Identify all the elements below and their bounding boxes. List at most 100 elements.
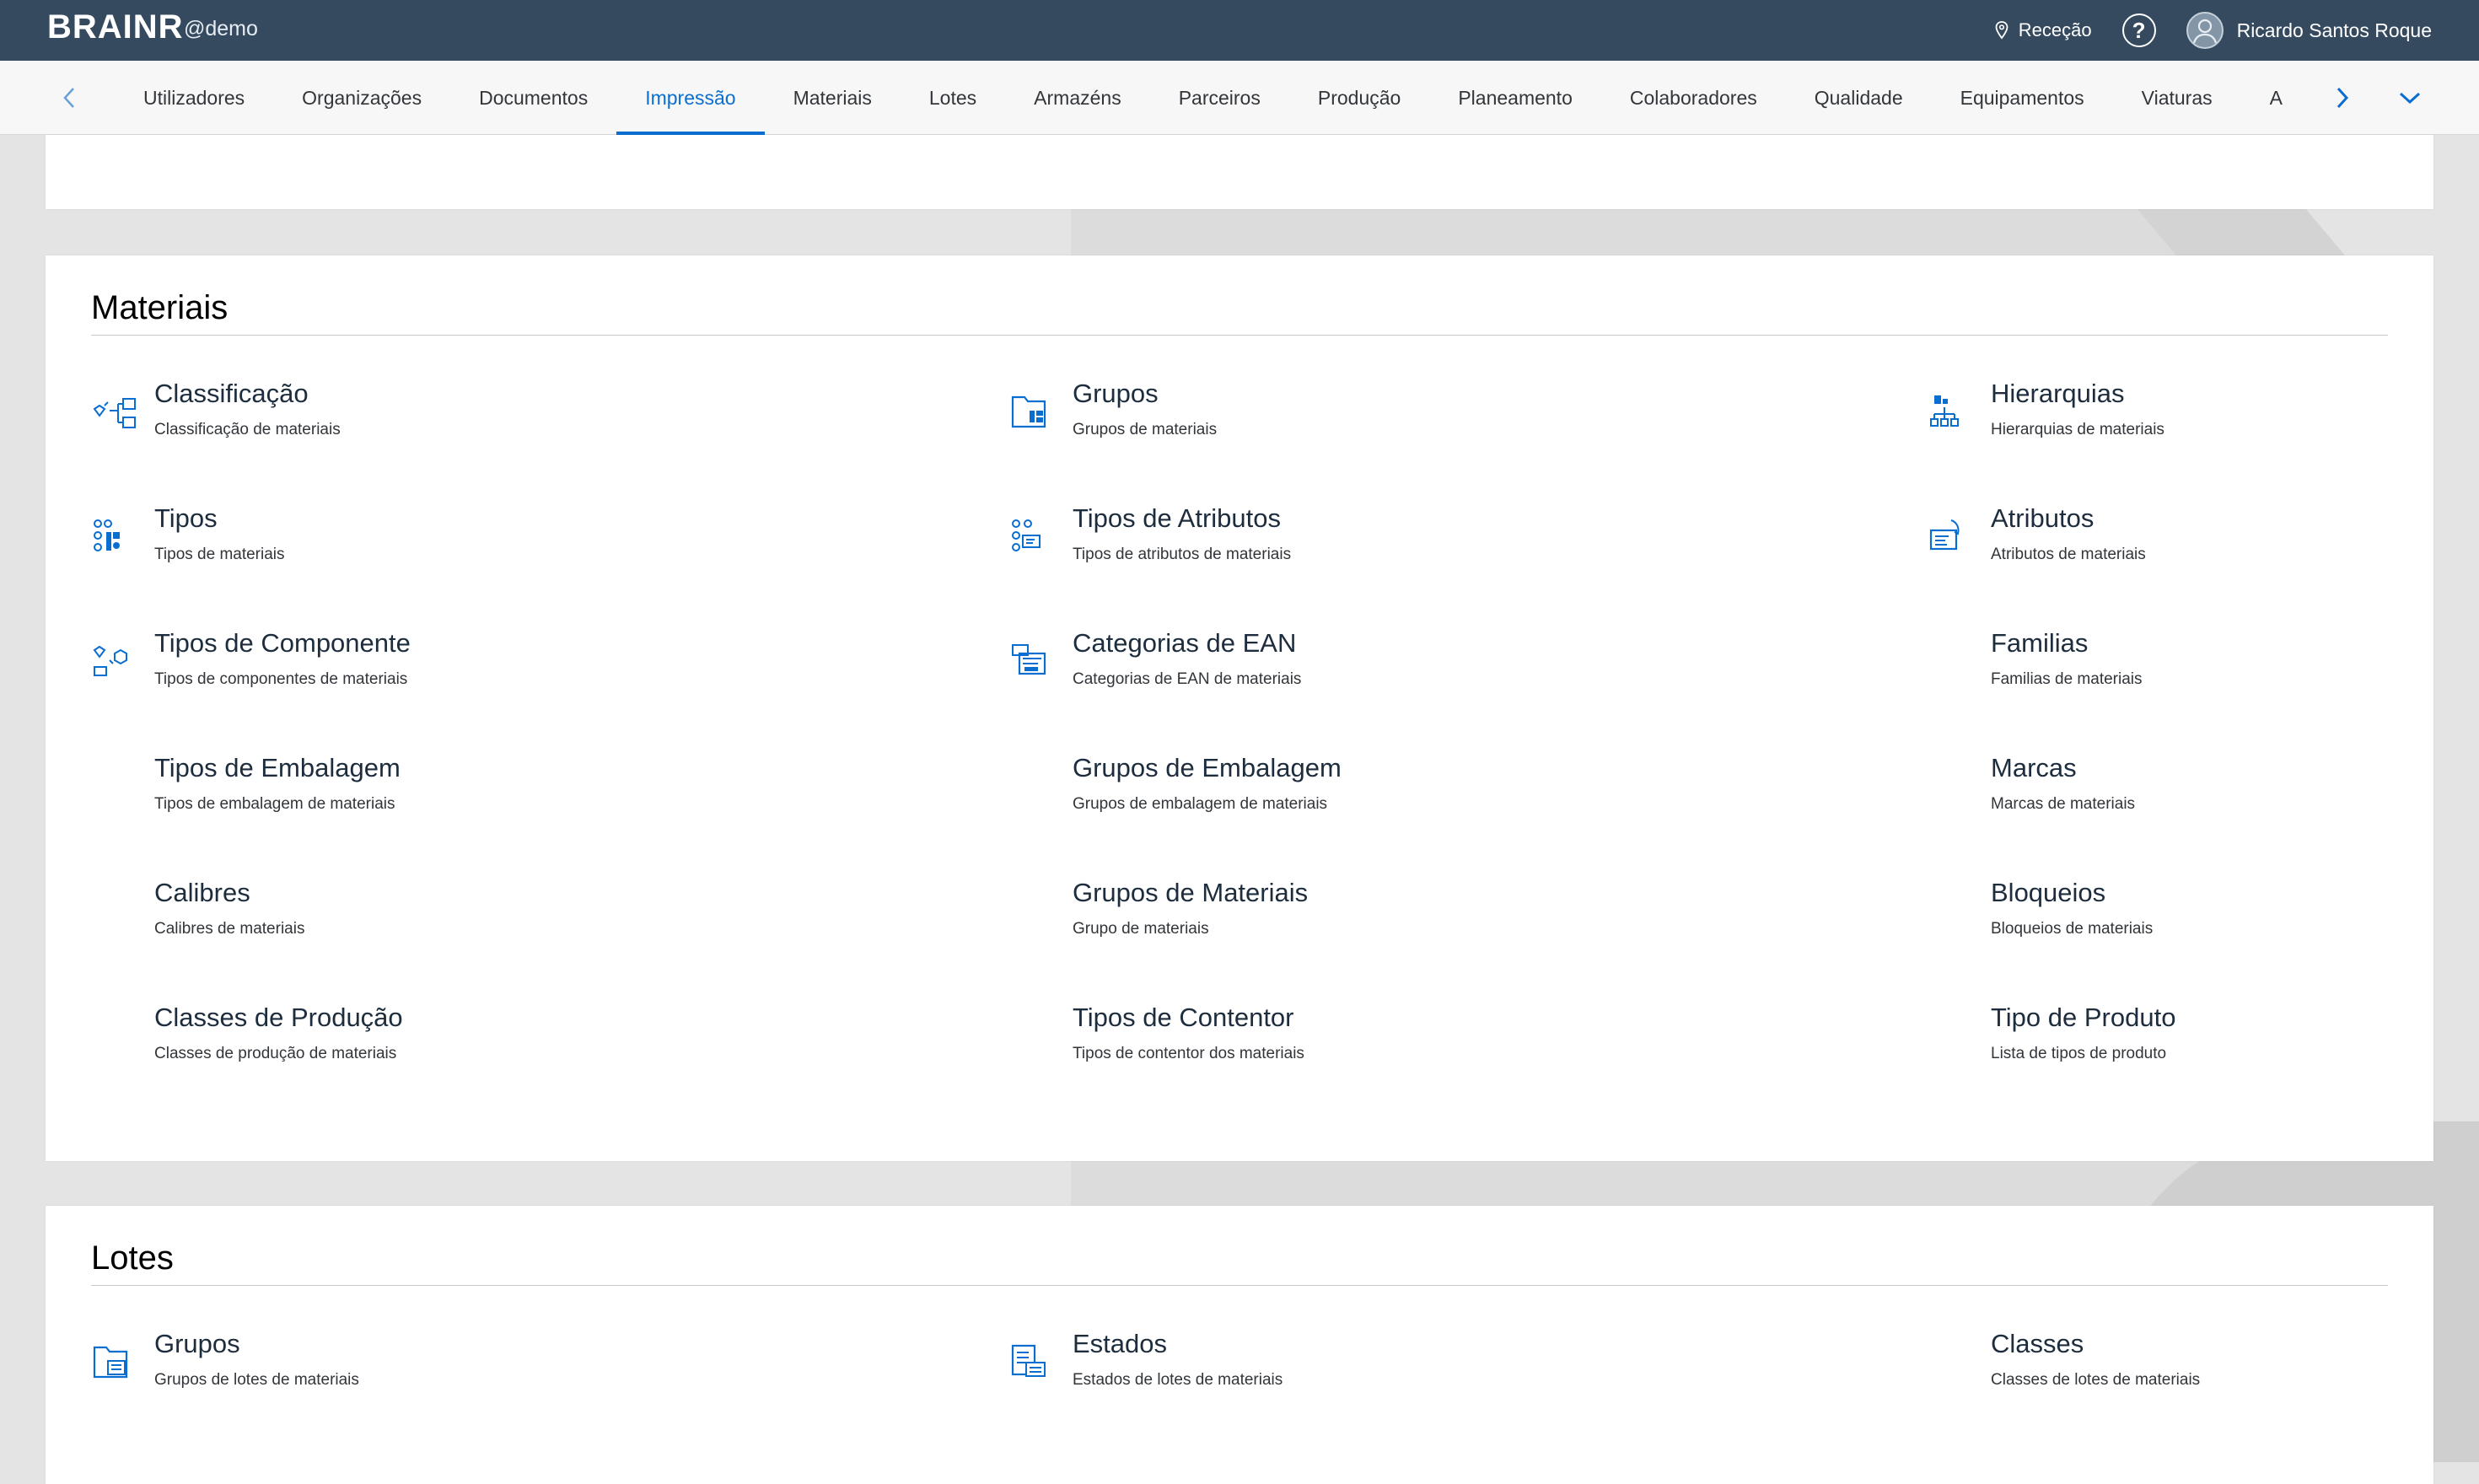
materiais-tile[interactable]: Grupos Grupos de materiais [1009,379,1768,463]
scroll-left-button[interactable] [54,83,84,113]
tile-subtitle: Estados de lotes de materiais [1073,1371,1283,1389]
tile-subtitle: Classes de lotes de materiais [1991,1371,2201,1389]
materiais-tile[interactable]: Tipos Tipos de materiais [91,503,850,588]
tile-title[interactable]: Classificação [154,379,309,409]
tenant-label: @demo [184,17,258,40]
tile-subtitle: Marcas de materiais [1991,795,2136,813]
tab-4[interactable]: Materiais [765,61,901,135]
tab-5[interactable]: Lotes [901,61,1005,135]
tab-11[interactable]: Qualidade [1786,61,1932,135]
types-icon [91,517,142,559]
tile-subtitle: Classificação de materiais [154,421,341,438]
tile-title[interactable]: Tipos de Atributos [1073,503,1281,534]
location-pin-icon [1995,21,2008,40]
lotes-tile[interactable]: Estados Estados de lotes de materiais [1009,1329,1768,1413]
materiais-tile[interactable]: Tipos de Contentor Tipos de contentor dos… [1009,1003,1768,1087]
tile-subtitle: Tipos de atributos de materiais [1073,546,1292,563]
attributes-icon [1928,517,1978,559]
group-folder-icon [1009,392,1060,434]
materiais-tile[interactable]: Tipos de Componente Tipos de componentes … [91,628,850,712]
tile-title[interactable]: Tipos de Embalagem [154,753,401,783]
tab-overflow-button[interactable] [2395,83,2425,113]
user-avatar-icon[interactable] [2186,12,2224,49]
materiais-tile[interactable]: Grupos de Materiais Grupo de materiais [1009,878,1768,962]
tab-6[interactable]: Armazéns [1005,61,1150,135]
materiais-tile[interactable]: Calibres Calibres de materiais [91,878,850,962]
tab-1[interactable]: Organizações [273,61,450,135]
materiais-tile[interactable]: Classificação Classificação de materiais [91,379,850,463]
materiais-tile[interactable]: Tipos de Atributos Tipos de atributos de … [1009,503,1768,588]
tab-13[interactable]: Viaturas [2113,61,2241,135]
tile-title[interactable]: Calibres [154,878,250,908]
tab-14[interactable]: A [2241,61,2299,135]
tile-subtitle: Tipos de componentes de materiais [154,670,408,688]
tile-subtitle: Calibres de materiais [154,920,305,938]
tile-subtitle: Bloqueios de materiais [1991,920,2154,938]
materiais-tile[interactable]: Marcas Marcas de materiais [1928,753,2479,837]
hierarchy-icon [1928,392,1978,434]
materiais-tile[interactable]: Grupos de Embalagem Grupos de embalagem d… [1009,753,1768,837]
tile-title[interactable]: Tipos [154,503,218,534]
component-types-icon [91,642,142,684]
materiais-tile[interactable]: Tipos de Embalagem Tipos de embalagem de … [91,753,850,837]
materiais-tile[interactable]: Tipo de Produto Lista de tipos de produto [1928,1003,2479,1087]
scroll-right-button[interactable] [2327,83,2358,113]
lot-states-icon [1009,1342,1060,1385]
user-name[interactable]: Ricardo Santos Roque [2237,19,2432,42]
materiais-tile[interactable]: Hierarquias Hierarquias de materiais [1928,379,2479,463]
tile-subtitle: Familias de materiais [1991,670,2143,688]
tile-subtitle: Grupos de materiais [1073,421,1218,438]
ean-categories-icon [1009,642,1060,684]
lotes-tile[interactable]: Classes Classes de lotes de materiais [1928,1329,2479,1413]
chevron-right-icon [2336,87,2349,109]
tile-title[interactable]: Grupos de Embalagem [1073,753,1342,783]
tile-subtitle: Grupos de lotes de materiais [154,1371,359,1389]
materiais-tile[interactable]: Atributos Atributos de materiais [1928,503,2479,588]
tab-bar: Utilizadores Organizações Documentos Impres… [0,61,2479,135]
tab-0[interactable]: Utilizadores [115,61,273,135]
tile-title[interactable]: Grupos [154,1329,240,1359]
section-title-lotes: Lotes [91,1239,174,1277]
tile-title[interactable]: Familias [1991,628,2088,659]
materiais-tile[interactable]: Classes de Produção Classes de produção d… [91,1003,850,1087]
tile-title[interactable]: Grupos [1073,379,1159,409]
tab-8[interactable]: Produção [1289,61,1429,135]
lotes-tile[interactable]: Grupos Grupos de lotes de materiais [91,1329,850,1413]
tab-2[interactable]: Documentos [450,61,616,135]
tile-title[interactable]: Classes de Produção [154,1003,403,1033]
tile-title[interactable]: Marcas [1991,753,2077,783]
tile-subtitle: Classes de produção de materiais [154,1045,397,1062]
tile-title[interactable]: Tipos de Contentor [1073,1003,1294,1033]
materiais-tile[interactable]: Categorias de EAN Categorias de EAN de ma… [1009,628,1768,712]
tile-title[interactable]: Tipos de Componente [154,628,411,659]
attribute-types-icon [1009,517,1060,559]
tile-title[interactable]: Estados [1073,1329,1167,1359]
tile-title[interactable]: Bloqueios [1991,878,2105,908]
tile-title[interactable]: Tipo de Produto [1991,1003,2175,1033]
section-title-materiais: Materiais [91,289,229,326]
previous-section-card [46,135,2433,209]
location-selector[interactable]: Receção [1995,19,2092,41]
tab-7[interactable]: Parceiros [1150,61,1289,135]
tile-title[interactable]: Hierarquias [1991,379,2125,409]
materiais-tile[interactable]: Familias Familias de materiais [1928,628,2479,712]
tile-title[interactable]: Categorias de EAN [1073,628,1296,659]
materiais-section: Materiais Classificação Classificação de … [46,255,2433,1161]
brand-logo[interactable]: BRAINR [47,8,184,46]
tile-title[interactable]: Grupos de Materiais [1073,878,1308,908]
tab-3[interactable]: Impressão [616,61,765,135]
tile-title[interactable]: Atributos [1991,503,2094,534]
materiais-tile[interactable]: Bloqueios Bloqueios de materiais [1928,878,2479,962]
tile-subtitle: Grupo de materiais [1073,920,1209,938]
tile-subtitle: Categorias de EAN de materiais [1073,670,1302,688]
tile-subtitle: Tipos de materiais [154,546,285,563]
tab-12[interactable]: Equipamentos [1932,61,2113,135]
lotes-section: Lotes Grupos Grupos de lotes de materiais… [46,1206,2433,1484]
help-icon[interactable]: ? [2121,13,2156,47]
tab-9[interactable]: Planeamento [1429,61,1601,135]
classification-icon [91,392,142,434]
tile-subtitle: Atributos de materiais [1991,546,2146,563]
tab-10[interactable]: Colaboradores [1601,61,1786,135]
tile-title[interactable]: Classes [1991,1329,2084,1359]
section-divider [91,1285,2388,1286]
